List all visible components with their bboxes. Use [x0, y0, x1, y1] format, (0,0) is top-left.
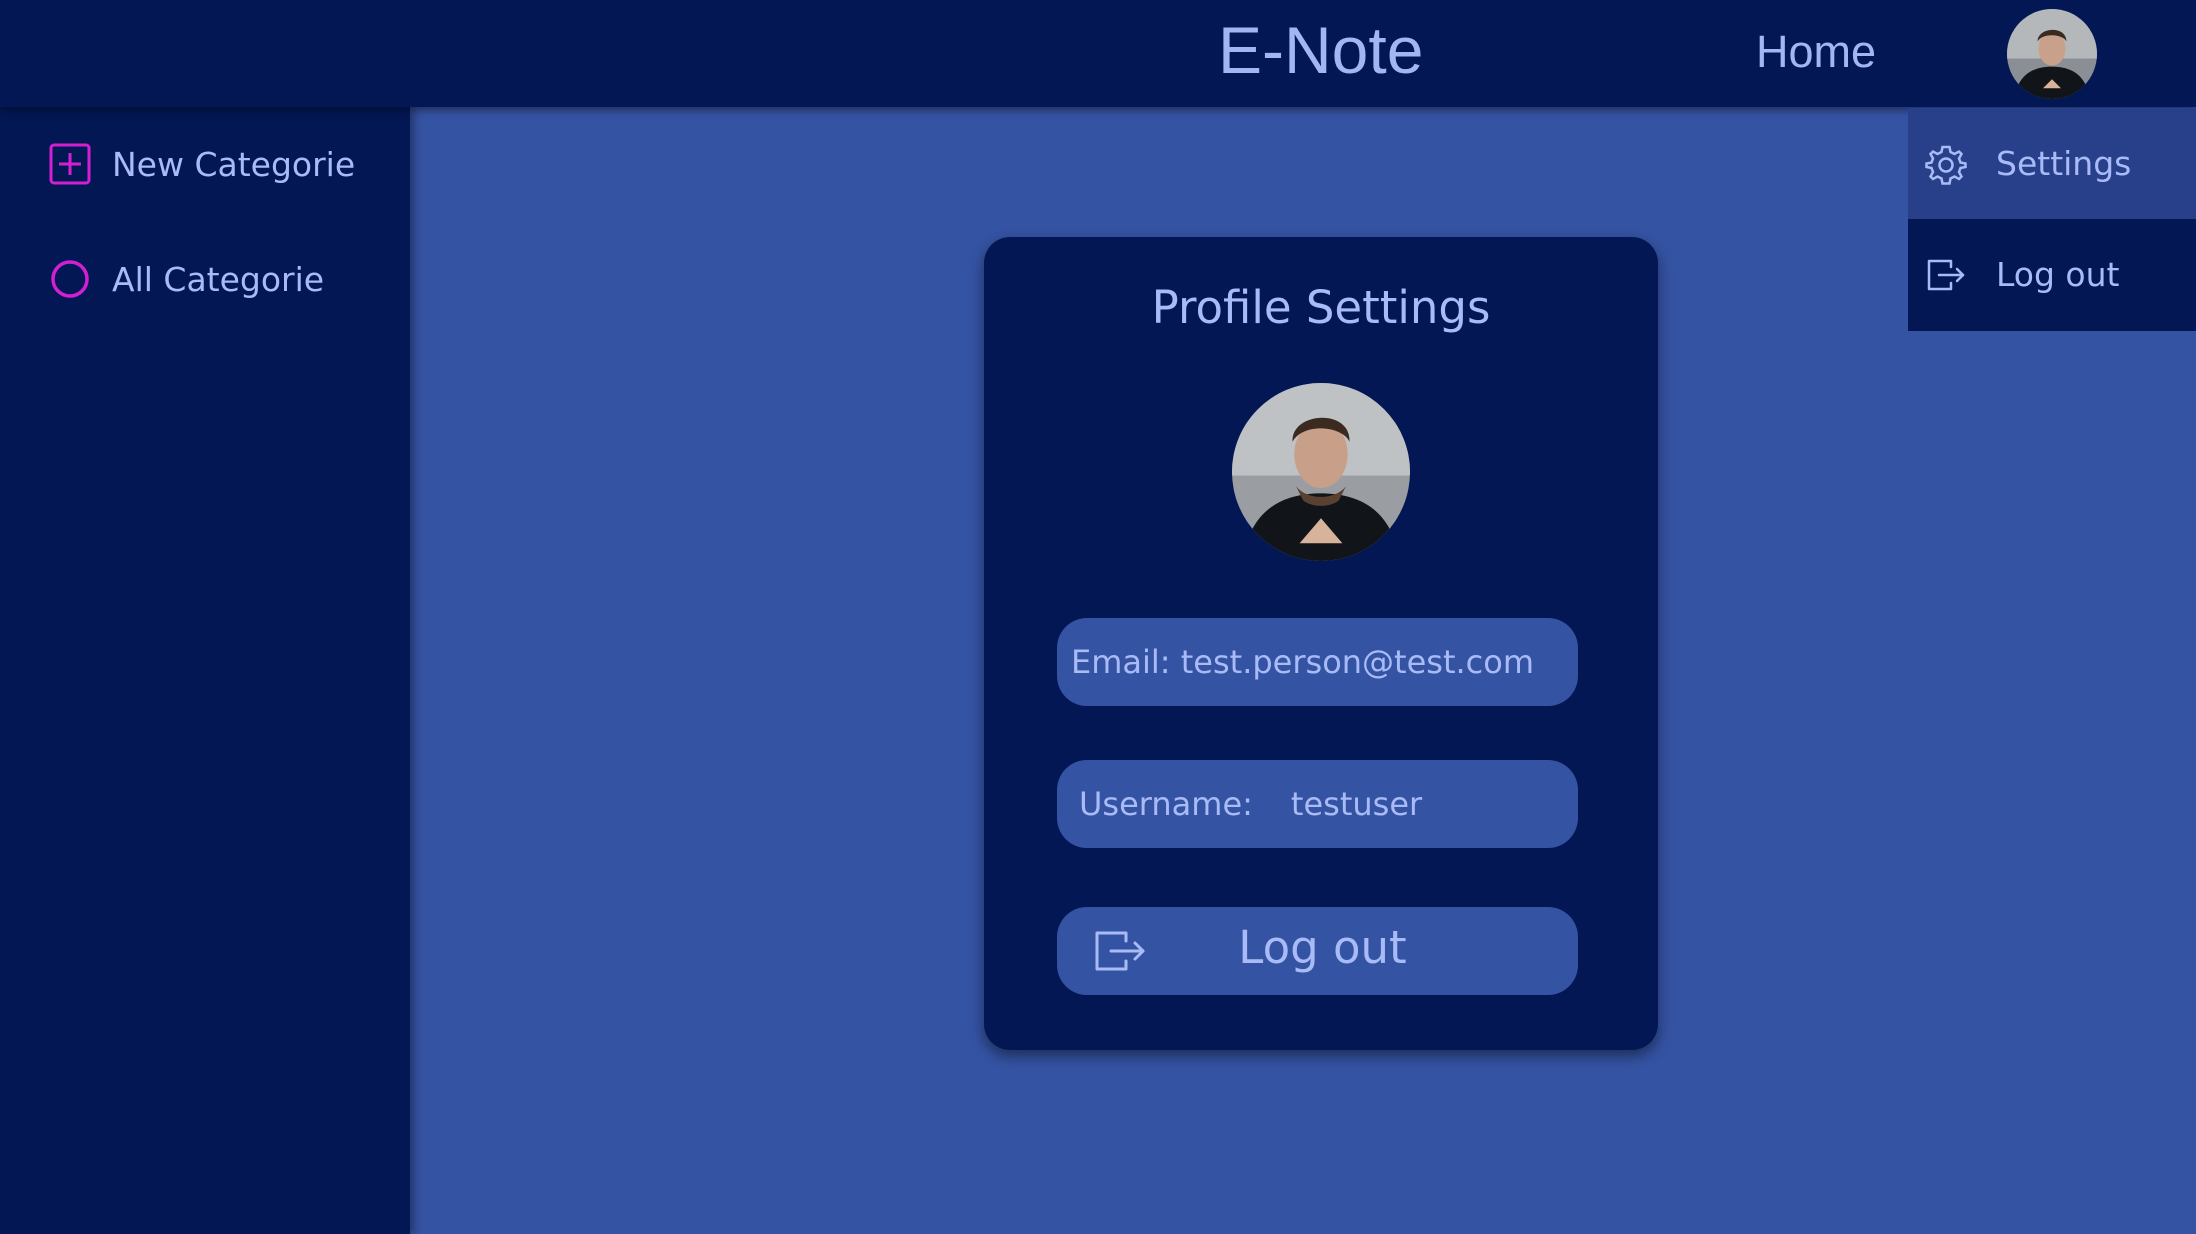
sidebar-item-new-categorie[interactable]: New Categorie	[48, 134, 388, 194]
profile-settings-card: Profile Settings Email: test.person@test…	[984, 237, 1658, 1050]
menu-item-logout[interactable]: Log out	[1908, 219, 2196, 330]
user-avatar-button[interactable]	[2007, 9, 2097, 99]
card-title: Profile Settings	[1151, 281, 1491, 334]
username-value: testuser	[1290, 785, 1423, 823]
plus-square-icon	[48, 142, 92, 186]
email-field: Email: test.person@test.com	[1057, 618, 1578, 706]
gear-icon	[1922, 140, 1970, 188]
sidebar-item-label: New Categorie	[112, 144, 356, 184]
avatar-icon	[2007, 9, 2097, 99]
menu-item-settings[interactable]: Settings	[1908, 108, 2196, 219]
logout-icon	[1922, 251, 1970, 299]
sidebar-item-all-categorie[interactable]: All Categorie	[48, 249, 388, 309]
app-title: E-Note	[1218, 13, 1424, 87]
email-text: Email: test.person@test.com	[1071, 643, 1535, 681]
top-bar: E-Note Home	[0, 0, 2196, 107]
logout-button-label: Log out	[1238, 921, 1407, 974]
logout-button[interactable]: Log out	[1057, 907, 1578, 995]
profile-avatar	[1232, 383, 1410, 561]
avatar-icon	[1232, 383, 1410, 561]
home-link[interactable]: Home	[1756, 26, 1876, 78]
circle-icon	[48, 257, 92, 301]
user-dropdown-menu: Settings Log out	[1908, 108, 2196, 331]
username-field: Username: testuser	[1057, 760, 1578, 848]
menu-item-label: Settings	[1996, 144, 2132, 183]
username-label: Username:	[1079, 785, 1253, 823]
sidebar-item-label: All Categorie	[112, 259, 325, 299]
menu-item-label: Log out	[1996, 255, 2120, 294]
sidebar: New Categorie All Categorie	[0, 107, 410, 1234]
